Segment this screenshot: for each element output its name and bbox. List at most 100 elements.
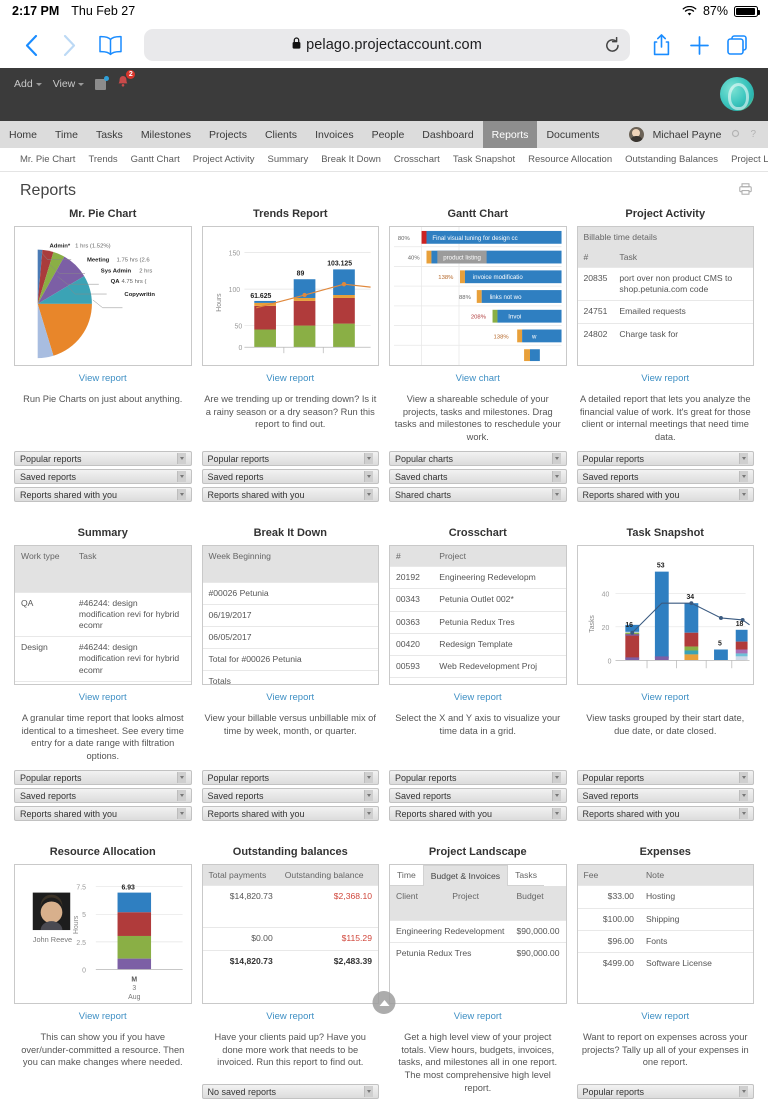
- add-menu[interactable]: Add: [14, 78, 42, 90]
- select-popular-reports[interactable]: Popular reports: [201, 770, 379, 786]
- nav-item-projects[interactable]: Projects: [200, 121, 256, 148]
- select-shared-reports[interactable]: Reports shared with you: [576, 487, 754, 503]
- view-report-link[interactable]: View report: [266, 373, 314, 384]
- card-description: This can show you if you have over/under…: [21, 1032, 185, 1068]
- nav-item-clients[interactable]: Clients: [256, 121, 306, 148]
- card-title: Crosschart: [448, 527, 507, 540]
- subnav-crosschart[interactable]: Crosschart: [394, 154, 440, 165]
- address-bar[interactable]: pelago.projectaccount.com: [144, 29, 630, 61]
- table-row: 20192 Engineering Redevelopm: [390, 566, 566, 589]
- select-shared-reports[interactable]: Reports shared with you: [201, 806, 379, 822]
- subnav-project-activity[interactable]: Project Activity: [193, 154, 255, 165]
- select-saved-reports[interactable]: Saved reports: [201, 469, 379, 485]
- resource-allocation-thumbnail[interactable]: John Reeve 7.5 5 2.5 0 Hours 6.93 M 3 Au…: [14, 864, 192, 1005]
- subnav-resource-allocation[interactable]: Resource Allocation: [528, 154, 612, 165]
- view-report-link[interactable]: View report: [266, 1011, 314, 1022]
- select-popular-reports[interactable]: Popular reports: [389, 770, 567, 786]
- nav-item-time[interactable]: Time: [46, 121, 87, 148]
- view-report-link[interactable]: View report: [641, 1011, 689, 1022]
- tab-tasks[interactable]: Tasks: [508, 865, 545, 887]
- chevron-down-icon: [739, 471, 748, 483]
- view-report-link[interactable]: View report: [79, 1011, 127, 1022]
- select-saved-reports[interactable]: Saved reports: [201, 788, 379, 804]
- share-icon[interactable]: [644, 28, 678, 62]
- subnav-mr-pie-chart[interactable]: Mr. Pie Chart: [20, 154, 75, 165]
- select-saved-reports[interactable]: Saved reports: [576, 469, 754, 485]
- subnav-summary[interactable]: Summary: [268, 154, 309, 165]
- select-saved-reports[interactable]: Saved reports: [389, 788, 567, 804]
- project-landscape-thumbnail[interactable]: Time Budget & Invoices Tasks Client Proje…: [389, 864, 567, 1005]
- task-snapshot-thumbnail[interactable]: 40 20 0 Tasks 16 53 34 5 18: [576, 545, 754, 686]
- select-popular-charts[interactable]: Popular charts: [389, 451, 567, 467]
- nav-item-reports[interactable]: Reports: [482, 121, 538, 148]
- view-report-link[interactable]: View report: [641, 692, 689, 703]
- question-icon[interactable]: ?: [750, 129, 756, 140]
- trends-chart-thumbnail[interactable]: 150 100 50 0 Hours 61.625 89 103.125: [201, 226, 379, 366]
- select-popular-reports[interactable]: Popular reports: [576, 1084, 754, 1100]
- view-report-link[interactable]: View report: [454, 692, 502, 703]
- bell-icon[interactable]: 2: [117, 70, 136, 93]
- user-name[interactable]: Michael Payne: [653, 129, 722, 141]
- select-saved-charts[interactable]: Saved charts: [389, 469, 567, 485]
- subnav-outstanding-balances[interactable]: Outstanding Balances: [625, 154, 718, 165]
- subnav-trends[interactable]: Trends: [88, 154, 117, 165]
- printer-icon[interactable]: [739, 182, 752, 200]
- view-menu[interactable]: View: [53, 78, 85, 90]
- select-shared-reports[interactable]: Reports shared with you: [389, 806, 567, 822]
- summary-thumbnail[interactable]: Work type Task QA #46244: design modificat…: [14, 545, 192, 686]
- select-popular-reports[interactable]: Popular reports: [14, 451, 192, 467]
- view-report-link[interactable]: View report: [266, 692, 314, 703]
- book-icon[interactable]: [90, 35, 130, 56]
- nav-item-dashboard[interactable]: Dashboard: [413, 121, 482, 148]
- select-popular-reports[interactable]: Popular reports: [201, 451, 379, 467]
- view-report-link[interactable]: View report: [454, 1011, 502, 1022]
- select-saved-reports[interactable]: Saved reports: [14, 469, 192, 485]
- tab-time[interactable]: Time: [390, 865, 423, 887]
- select-popular-reports[interactable]: Popular reports: [576, 770, 754, 786]
- select-popular-reports[interactable]: Popular reports: [14, 770, 192, 786]
- chevron-left-icon[interactable]: [14, 28, 48, 62]
- select-popular-reports[interactable]: Popular reports: [576, 451, 754, 467]
- nav-item-milestones[interactable]: Milestones: [132, 121, 200, 148]
- nav-item-documents[interactable]: Documents: [537, 121, 608, 148]
- outstanding-balances-thumbnail[interactable]: Total payments Outstanding balance $14,82…: [201, 864, 379, 1005]
- expenses-thumbnail[interactable]: Fee Note $33.00 Hosting $100.00 Shipping $9…: [576, 864, 754, 1005]
- view-report-link[interactable]: View report: [79, 373, 127, 384]
- select-shared-charts[interactable]: Shared charts: [389, 487, 567, 503]
- table-row: 24802 Charge task for: [577, 322, 753, 345]
- select-saved-reports[interactable]: Saved reports: [576, 788, 754, 804]
- nav-item-tasks[interactable]: Tasks: [87, 121, 132, 148]
- subnav-break-it-down[interactable]: Break It Down: [321, 154, 381, 165]
- select-no-saved-reports[interactable]: No saved reports: [201, 1084, 379, 1100]
- subnav-project-landscape[interactable]: Project Landscape: [731, 154, 768, 165]
- plus-icon[interactable]: [682, 28, 716, 62]
- gantt-chart-thumbnail[interactable]: 80% Final visual tuning for design cc 40…: [389, 226, 567, 366]
- table-row: 06/05/2017: [202, 626, 378, 649]
- nav-item-home[interactable]: Home: [0, 121, 46, 148]
- select-shared-reports[interactable]: Reports shared with you: [576, 806, 754, 822]
- nav-item-invoices[interactable]: Invoices: [306, 121, 363, 148]
- gear-icon[interactable]: [730, 128, 741, 142]
- view-report-link[interactable]: View report: [79, 692, 127, 703]
- reload-icon[interactable]: [605, 36, 620, 54]
- svg-text:208%: 208%: [471, 315, 487, 321]
- crosschart-thumbnail[interactable]: # Project 20192 Engineering Redevelopm 003…: [389, 545, 567, 686]
- select-shared-reports[interactable]: Reports shared with you: [14, 487, 192, 503]
- pie-chart-thumbnail[interactable]: Admin* 1 hrs (1.52%) Meeting 1.75 hrs (2…: [14, 226, 192, 366]
- subnav-task-snapshot[interactable]: Task Snapshot: [453, 154, 515, 165]
- view-chart-link[interactable]: View chart: [456, 373, 500, 384]
- select-shared-reports[interactable]: Reports shared with you: [14, 806, 192, 822]
- scroll-to-top-button[interactable]: [372, 991, 396, 1014]
- battery-icon: [734, 5, 760, 17]
- svg-text:2.5: 2.5: [76, 940, 86, 947]
- tabs-icon[interactable]: [720, 28, 754, 62]
- view-report-link[interactable]: View report: [641, 373, 689, 384]
- project-activity-thumbnail[interactable]: Billable time details # Task 20835 port ov…: [576, 226, 754, 366]
- tab-budget-invoices[interactable]: Budget & Invoices: [422, 865, 509, 887]
- nav-item-people[interactable]: People: [363, 121, 414, 148]
- select-saved-reports[interactable]: Saved reports: [14, 788, 192, 804]
- break-it-down-thumbnail[interactable]: Week Beginning #00026 Petunia 06/19/2017…: [201, 545, 379, 686]
- subnav-gantt-chart[interactable]: Gantt Chart: [131, 154, 180, 165]
- note-icon[interactable]: [95, 75, 110, 90]
- select-shared-reports[interactable]: Reports shared with you: [201, 487, 379, 503]
